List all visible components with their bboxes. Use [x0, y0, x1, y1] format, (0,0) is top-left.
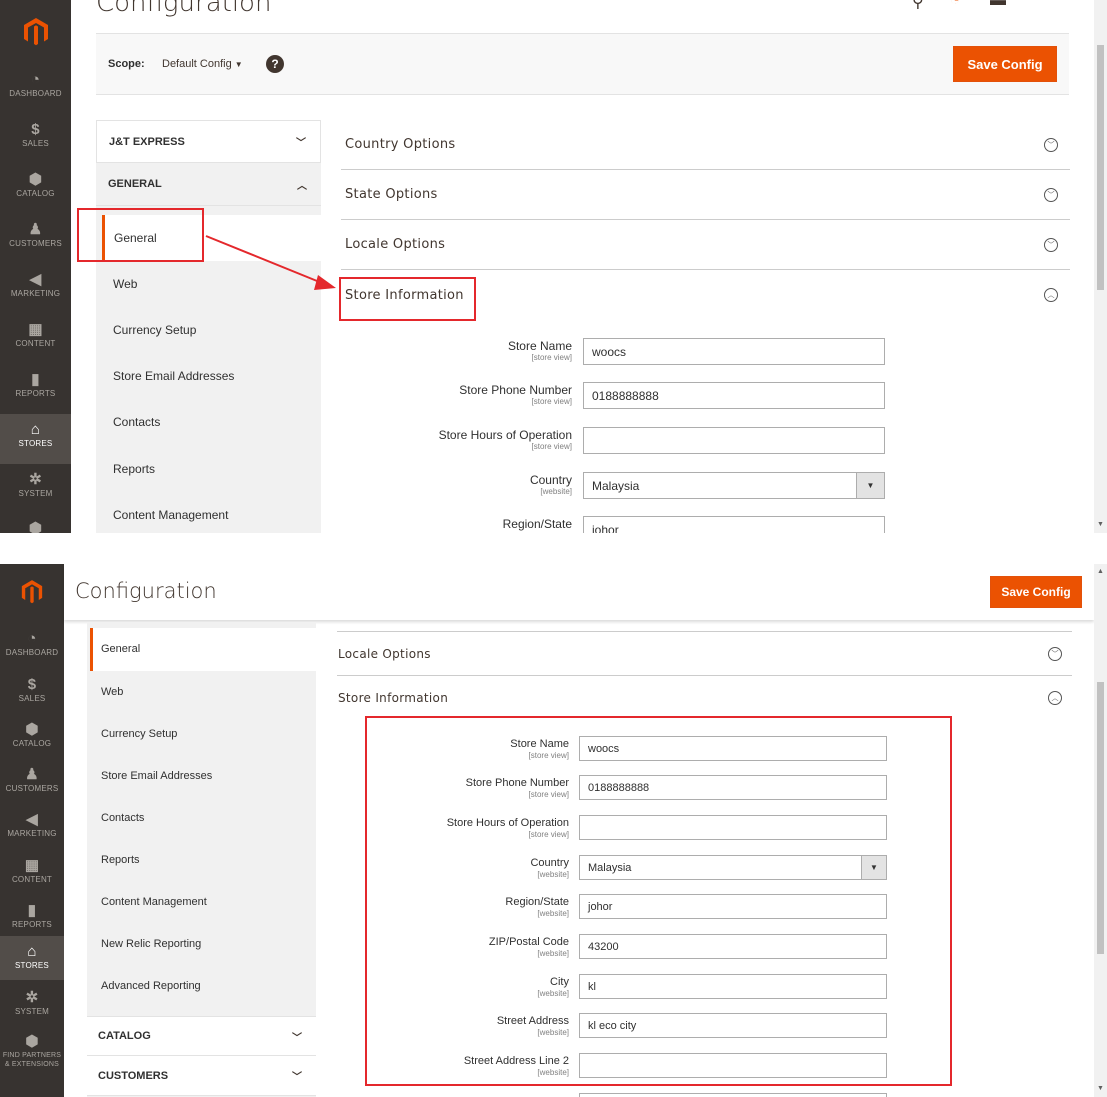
nav-store-email[interactable]: Store Email Addresses: [101, 770, 212, 782]
store-hours-input[interactable]: [583, 427, 885, 454]
section-locale-options[interactable]: Locale Options ﹀: [337, 632, 1072, 676]
box-icon: ⬢: [25, 721, 39, 738]
menu-dashboard[interactable]: ◔ DASHBOARD: [0, 630, 64, 658]
menu-stores[interactable]: ⌂ STORES: [0, 936, 64, 980]
nav-content-management[interactable]: Content Management: [101, 896, 207, 908]
magento-logo-icon[interactable]: [0, 570, 64, 614]
label-store-name: Store Name [store view]: [507, 339, 572, 363]
section-locale-options[interactable]: Locale Options ﹀: [341, 220, 1070, 270]
menu-content[interactable]: ▦ CONTENT: [0, 321, 71, 349]
menu-content[interactable]: ▦ CONTENT: [0, 857, 64, 885]
nav-advanced-reporting[interactable]: Advanced Reporting: [101, 980, 201, 992]
config-nav: General Web Currency Setup Store Email A…: [87, 622, 316, 1097]
cube-icon: ⬢: [28, 520, 43, 534]
nav-contacts[interactable]: Contacts: [113, 415, 160, 429]
menu-system[interactable]: ✲ SYSTEM: [0, 471, 71, 499]
nav-content-management[interactable]: Content Management: [113, 508, 228, 522]
expand-icon: ﹀: [1048, 647, 1062, 661]
nav-general[interactable]: General: [90, 628, 316, 671]
gauge-icon: ◔: [27, 630, 37, 647]
nav-new-relic[interactable]: New Relic Reporting: [101, 938, 201, 950]
save-config-button[interactable]: Save Config: [953, 46, 1057, 82]
scrollbar-bottom[interactable]: ▲ ▼: [1094, 564, 1107, 1097]
store-name-input[interactable]: woocs: [583, 338, 885, 365]
screenshot-top: ◔ DASHBOARD $ SALES ⬢ CATALOG ♟ CUSTOMERS ◀ M…: [0, 0, 1107, 533]
label-country: Country [website]: [529, 473, 572, 497]
scroll-thumb[interactable]: [1097, 45, 1104, 290]
store-phone-input[interactable]: 0188888888: [583, 382, 885, 409]
nav-currency-setup[interactable]: Currency Setup: [101, 728, 177, 740]
admin-sidebar: ◔ DASHBOARD $ SALES ⬢ CATALOG ♟ CUSTOMERS ◀ M…: [0, 564, 64, 1097]
label-store-hours: Store Hours of Operation [store view]: [438, 428, 572, 452]
store-icon: ⌂: [30, 421, 41, 438]
megaphone-icon: ◀: [26, 811, 38, 828]
menu-marketing[interactable]: ◀ MARKETING: [0, 811, 64, 839]
scroll-up-icon[interactable]: ▲: [1097, 568, 1104, 576]
expand-icon: ﹀: [1044, 138, 1058, 152]
menu-customers[interactable]: ♟ CUSTOMERS: [0, 766, 64, 794]
gear-icon: ✲: [29, 471, 42, 488]
menu-partners[interactable]: ⬢: [0, 520, 71, 534]
dollar-icon: $: [27, 676, 37, 693]
gear-icon: ✲: [25, 989, 39, 1006]
nav-web[interactable]: Web: [101, 686, 123, 698]
menu-reports[interactable]: ▮ REPORTS: [0, 902, 64, 930]
expand-icon: ﹀: [1044, 238, 1058, 252]
save-config-button[interactable]: Save Config: [990, 576, 1082, 608]
collapse-icon: ︿: [1044, 288, 1058, 302]
section-store-information[interactable]: Store Information ︿: [337, 676, 1072, 720]
scroll-thumb[interactable]: [1097, 682, 1104, 954]
panel-separator: [0, 533, 1107, 564]
tab-catalog[interactable]: CATALOG ﹀: [87, 1016, 316, 1056]
notifications-icon[interactable]: ◔: [950, 0, 960, 10]
chevron-down-icon: ﹀: [292, 1072, 302, 1083]
search-icon[interactable]: ⚲: [912, 0, 924, 12]
nav-contacts[interactable]: Contacts: [101, 812, 144, 824]
screenshot-bottom: ◔ DASHBOARD $ SALES ⬢ CATALOG ♟ CUSTOMERS ◀ M…: [0, 564, 1107, 1097]
collapse-icon: ︿: [1048, 691, 1062, 705]
user-icon[interactable]: ▬: [990, 0, 1006, 10]
scrollbar-top[interactable]: ▼: [1094, 0, 1107, 533]
next-field-input[interactable]: [579, 1093, 887, 1097]
label-region: Region/State: [502, 517, 572, 531]
nav-currency-setup[interactable]: Currency Setup: [113, 323, 196, 337]
scroll-down-icon[interactable]: ▼: [1097, 521, 1104, 529]
scroll-down-icon[interactable]: ▼: [1097, 1085, 1104, 1093]
menu-catalog[interactable]: ⬢ CATALOG: [0, 721, 64, 749]
layout-icon: ▦: [24, 857, 40, 874]
cube-icon: ⬢: [25, 1033, 39, 1050]
bar-chart-icon: ▮: [27, 902, 37, 919]
menu-partners[interactable]: ⬢ FIND PARTNERS & EXTENSIONS: [0, 1034, 64, 1069]
nav-reports[interactable]: Reports: [101, 854, 140, 866]
chevron-down-icon: ﹀: [292, 1032, 302, 1044]
nav-reports[interactable]: Reports: [113, 462, 155, 476]
region-input[interactable]: johor: [583, 516, 885, 533]
sticky-header: Configuration: [64, 564, 1094, 620]
annotation-box-store-fields: [365, 716, 952, 1086]
country-select[interactable]: Malaysia ▼: [583, 472, 885, 499]
nav-store-email[interactable]: Store Email Addresses: [113, 369, 234, 383]
section-country-options[interactable]: Country Options ﹀: [341, 120, 1070, 170]
annotation-arrow-icon: [205, 235, 336, 290]
bar-chart-icon: ▮: [31, 371, 40, 388]
label-store-phone: Store Phone Number [store view]: [459, 383, 572, 407]
expand-icon: ﹀: [1044, 188, 1058, 202]
caret-down-icon: ▼: [856, 473, 884, 498]
menu-reports[interactable]: ▮ REPORTS: [0, 371, 71, 399]
tab-customers[interactable]: CUSTOMERS ﹀: [87, 1056, 316, 1096]
menu-sales[interactable]: $ SALES: [0, 676, 64, 704]
store-icon: ⌂: [27, 943, 37, 960]
section-state-options[interactable]: State Options ﹀: [341, 170, 1070, 220]
menu-stores[interactable]: ⌂ STORES: [0, 414, 71, 464]
menu-system[interactable]: ✲ SYSTEM: [0, 989, 64, 1017]
layout-icon: ▦: [28, 321, 43, 338]
person-icon: ♟: [25, 766, 39, 783]
page-title: Configuration: [75, 579, 217, 603]
